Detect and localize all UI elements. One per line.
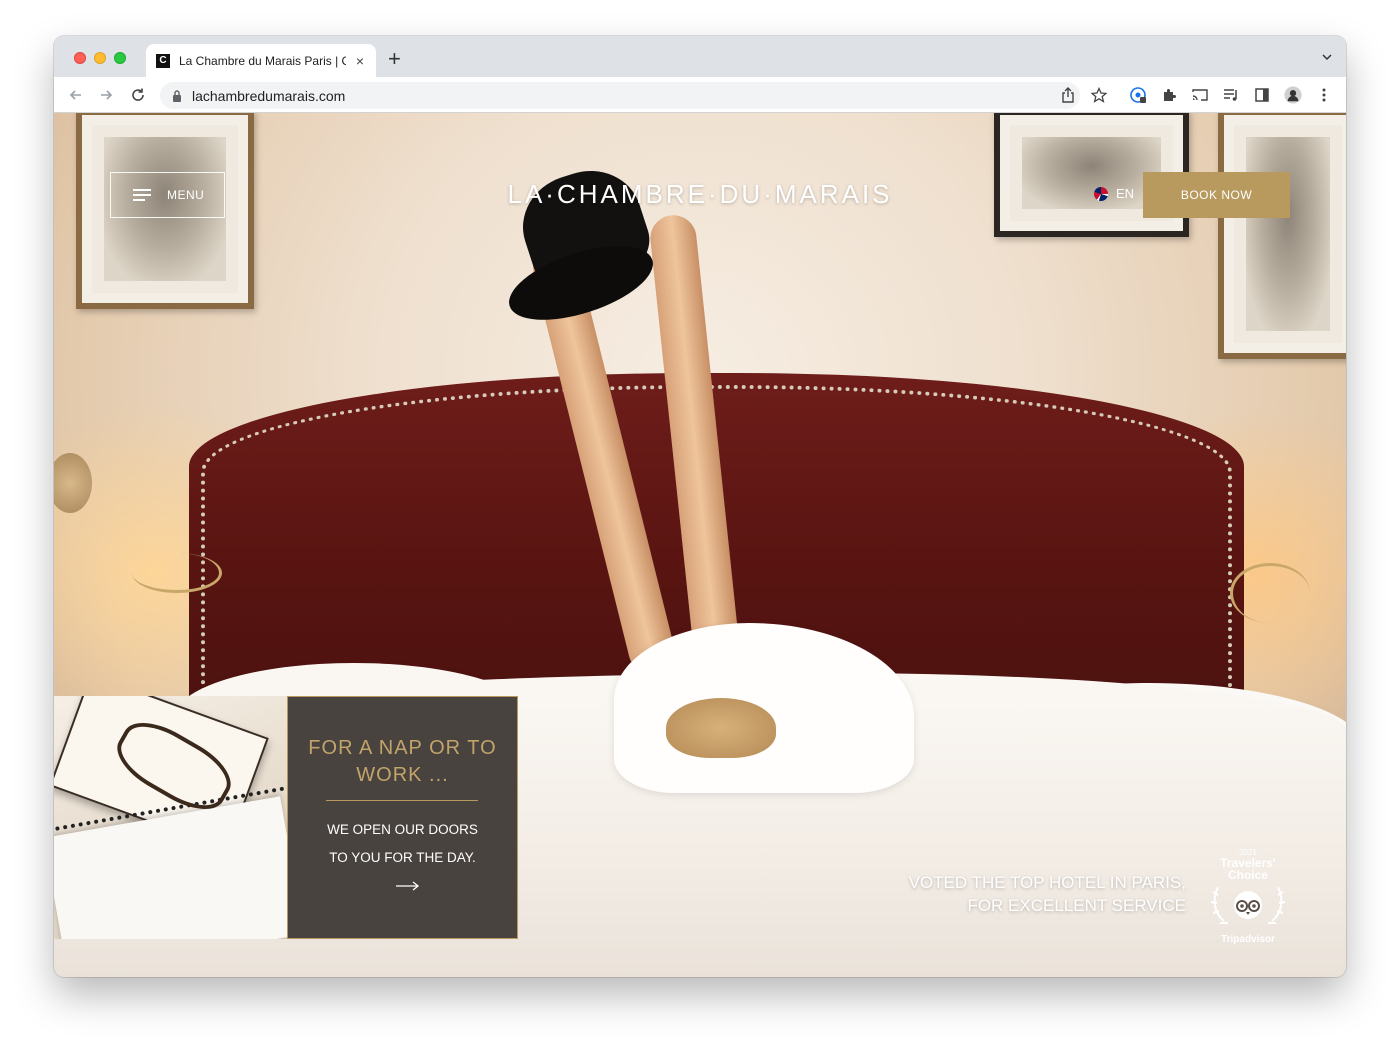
side-panel-icon <box>1255 88 1269 102</box>
lock-icon <box>173 89 181 102</box>
minimize-window-button[interactable] <box>94 52 106 64</box>
tripadvisor-owl-laurel-icon <box>1210 886 1286 924</box>
promo-body: WE OPEN OUR DOORS TO YOU FOR THE DAY. <box>288 816 517 900</box>
zoom-window-button[interactable] <box>114 52 126 64</box>
address-bar[interactable]: lachambredumarais.com <box>160 82 1080 109</box>
framed-botanical-print <box>1218 113 1346 359</box>
reload-button[interactable] <box>128 85 148 105</box>
extension-password-button[interactable] <box>1129 86 1147 104</box>
share-button[interactable] <box>1059 86 1077 104</box>
day-use-promo-card[interactable]: FOR A NAP OR TO WORK ... WE OPEN OUR DOO… <box>287 696 518 939</box>
tripadvisor-travelers-choice-badge[interactable]: 2021 Travelers' Choice Tripadvisor <box>1208 848 1288 945</box>
tab-close-icon[interactable]: × <box>352 53 368 69</box>
badge-brand: Tripadvisor <box>1221 934 1275 945</box>
tab-search-chevron-icon[interactable] <box>1322 52 1332 62</box>
reading-lamp <box>132 553 222 593</box>
arrow-right-icon <box>395 881 419 891</box>
reading-lamp <box>1230 563 1310 623</box>
extensions-button[interactable] <box>1160 86 1178 104</box>
media-controls-button[interactable] <box>1222 86 1240 104</box>
side-panel-button[interactable] <box>1253 86 1271 104</box>
tab-title: La Chambre du Marais Paris | C <box>179 53 346 68</box>
playlist-icon <box>1224 89 1237 101</box>
share-icon <box>1062 87 1074 103</box>
new-tab-button[interactable]: + <box>388 47 401 71</box>
cast-icon <box>1192 89 1208 101</box>
profile-avatar-icon <box>1284 86 1302 104</box>
language-label: EN <box>1116 186 1135 201</box>
forward-button[interactable] <box>96 85 116 105</box>
back-button[interactable] <box>66 85 86 105</box>
cast-button[interactable] <box>1191 86 1209 104</box>
guest-hair <box>666 698 776 758</box>
book-now-button[interactable]: BOOK NOW <box>1143 172 1290 218</box>
page-viewport: MENU LA·CHAMBRE·DU·MARAIS EN BOOK NOW FO… <box>54 113 1346 977</box>
url-text: lachambredumarais.com <box>192 87 346 104</box>
back-arrow-icon <box>69 90 81 100</box>
browser-tab[interactable]: C La Chambre du Marais Paris | C × <box>146 44 376 77</box>
browser-menu-button[interactable] <box>1315 86 1333 104</box>
promo-photo-notebook-glasses <box>54 696 287 939</box>
profile-avatar[interactable] <box>1284 86 1302 104</box>
uk-flag-icon <box>1094 186 1108 201</box>
forward-arrow-icon <box>101 90 113 100</box>
star-icon <box>1091 87 1107 103</box>
badge-title-line-2: Choice <box>1227 868 1268 882</box>
browser-toolbar: lachambredumarais.com <box>54 77 1346 113</box>
close-window-button[interactable] <box>74 52 86 64</box>
puzzle-icon <box>1164 89 1176 101</box>
reload-icon <box>132 88 144 101</box>
tab-strip: C La Chambre du Marais Paris | C × + <box>54 36 1346 77</box>
password-manager-icon <box>1130 87 1146 103</box>
site-favicon-icon: C <box>156 53 170 68</box>
promo-heading: FOR A NAP OR TO WORK ... <box>308 737 497 786</box>
bookmark-button[interactable] <box>1090 86 1108 104</box>
award-text: VOTED THE TOP HOTEL IN PARIS, FOR EXCELL… <box>908 873 1186 915</box>
promo-divider <box>326 800 478 801</box>
kebab-menu-icon <box>1322 88 1326 102</box>
promo-body-text: WE OPEN OUR DOORS TO YOU FOR THE DAY. <box>327 822 478 865</box>
language-selector[interactable]: EN <box>1094 186 1134 201</box>
browser-window: C La Chambre du Marais Paris | C × + lac… <box>54 36 1346 977</box>
